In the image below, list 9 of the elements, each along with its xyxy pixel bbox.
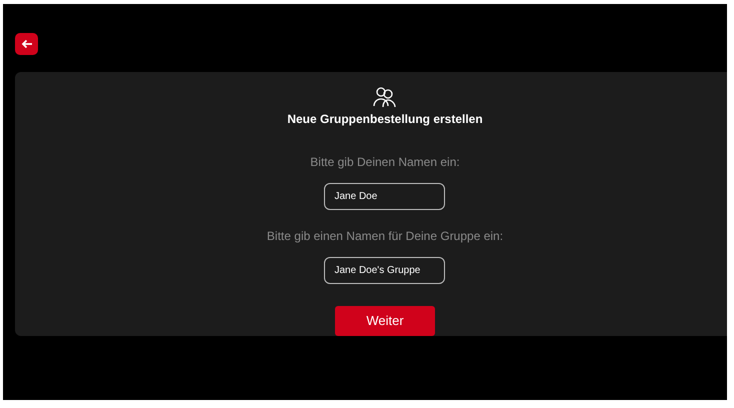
field-label: Bitte gib einen Namen für Deine Gruppe ein: — [266, 228, 504, 245]
continue-button[interactable]: Weiter — [335, 306, 435, 336]
input-field[interactable]: Jane Doe's Gruppe — [324, 257, 446, 284]
back-button[interactable] — [15, 33, 38, 55]
input-field[interactable]: Jane Doe — [324, 183, 446, 210]
group-icon — [373, 86, 397, 108]
field-label: Bitte gib Deinen Namen ein: — [310, 154, 460, 171]
arrow-left-icon — [20, 39, 32, 49]
form-title: Neue Gruppenbestellung erstellen — [287, 111, 483, 128]
